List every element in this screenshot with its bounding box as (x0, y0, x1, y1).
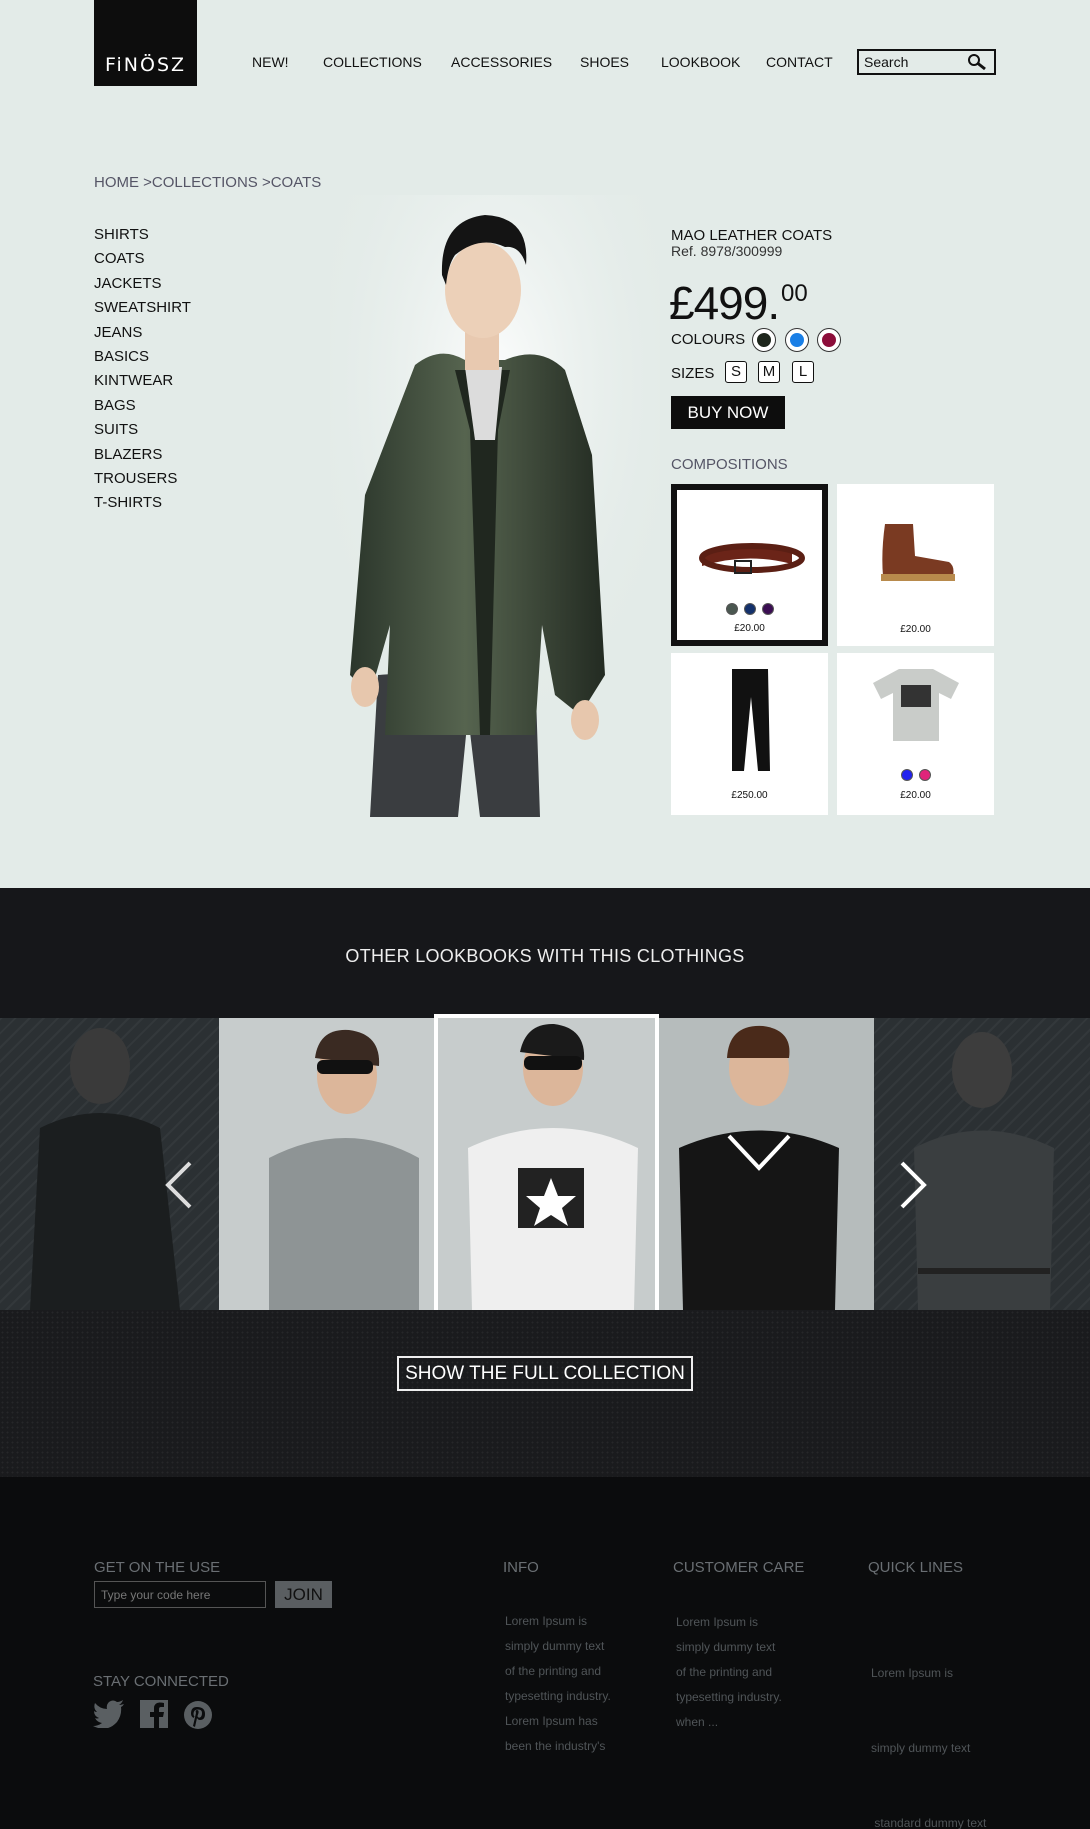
colour-dot[interactable] (918, 769, 931, 781)
product-price-cents: 00 (781, 280, 808, 307)
breadcrumb-home[interactable]: HOME (94, 174, 139, 191)
stay-connected-title: STAY CONNECTED (93, 1673, 229, 1690)
colour-dot[interactable] (761, 603, 774, 615)
sizes-label: SIZES (671, 365, 715, 382)
lookbook-item-3-active[interactable] (434, 1014, 659, 1314)
category-shirts[interactable]: SHIRTS (94, 226, 191, 250)
nav-item-shoes[interactable]: SHOES (580, 54, 629, 70)
product-name: MAO LEATHER COATS (671, 227, 833, 244)
size-s-button[interactable]: S (725, 361, 747, 383)
customer-care-title: CUSTOMER CARE (673, 1559, 805, 1576)
lookbook-photo (468, 1023, 638, 1310)
nav-item-collections[interactable]: COLLECTIONS (323, 54, 422, 70)
colour-dot[interactable] (725, 603, 738, 615)
newsletter-title: GET ON THE USE (94, 1559, 221, 1576)
colour-swatch-blue[interactable] (785, 328, 809, 352)
composition-price: £20.00 (900, 790, 931, 801)
buy-now-button[interactable]: BUY NOW (671, 396, 785, 429)
code-input[interactable] (94, 1581, 266, 1608)
category-sweatshirt[interactable]: SWEATSHIRT (94, 299, 191, 323)
category-blazers[interactable]: BLAZERS (94, 446, 191, 470)
t-shirt-image (873, 669, 959, 741)
quick-lines-title: QUICK LINES (868, 1559, 964, 1576)
twitter-icon[interactable] (93, 1700, 125, 1728)
size-l-button[interactable]: L (792, 361, 814, 383)
colour-swatch-dark-green[interactable] (752, 328, 776, 352)
colours-label: COLOURS (671, 331, 746, 348)
join-button[interactable]: JOIN (275, 1581, 332, 1608)
customer-care-text: Lorem Ipsum is simply dummy text of the … (676, 1615, 782, 1729)
quick-lines-text: Lorem Ipsum is simply dummy text standar… (871, 1666, 987, 1829)
jeans-image (732, 669, 770, 771)
size-m-button[interactable]: M (758, 361, 780, 383)
lookbook-item-2[interactable] (219, 1018, 434, 1310)
category-basics[interactable]: BASICS (94, 348, 191, 372)
nav-item-lookbook[interactable]: LOOKBOOK (661, 54, 740, 70)
compositions-title: COMPOSITIONS (671, 456, 788, 473)
show-full-collection-button[interactable]: SHOW THE FULL COLLECTION (397, 1356, 693, 1391)
breadcrumb: HOME >COLLECTIONS >COATS (94, 174, 321, 191)
lookbook-title: OTHER LOOKBOOKS WITH THIS CLOTHINGS (345, 946, 745, 966)
category-jackets[interactable]: JACKETS (94, 275, 191, 299)
nav-item-contact[interactable]: CONTACT (766, 54, 833, 70)
category-t-shirts[interactable]: T-SHIRTS (94, 494, 191, 518)
breadcrumb-current: >COATS (261, 174, 322, 191)
category-list: SHIRTS COATS JACKETS SWEATSHIRT JEANS BA… (94, 226, 191, 519)
search-box (857, 49, 996, 75)
belt-image (699, 543, 805, 574)
composition-price: £20.00 (900, 624, 931, 635)
category-suits[interactable]: SUITS (94, 421, 191, 445)
search-input[interactable] (859, 54, 964, 70)
composition-card-belt[interactable]: £20.00 (671, 484, 828, 646)
category-coats[interactable]: COATS (94, 250, 191, 274)
colour-swatch-burgundy[interactable] (817, 328, 841, 352)
breadcrumb-collections[interactable]: >COLLECTIONS (143, 174, 258, 191)
chevron-right-icon[interactable] (896, 1160, 930, 1210)
info-text: Lorem Ipsum is simply dummy text of the … (505, 1614, 611, 1753)
composition-card-jeans[interactable]: £250.00 (671, 653, 828, 815)
nav-item-accessories[interactable]: ACCESSORIES (451, 54, 552, 70)
composition-price: £250.00 (731, 790, 768, 801)
category-bags[interactable]: BAGS (94, 397, 191, 421)
pinterest-icon[interactable] (183, 1700, 213, 1730)
product-price: £499. (669, 277, 780, 329)
product-model-image (330, 195, 660, 817)
t-shirt-colour-options (837, 769, 994, 781)
composition-card-boot[interactable]: £20.00 (837, 484, 994, 646)
composition-price: £20.00 (734, 623, 765, 634)
belt-colour-options (677, 603, 822, 615)
lookbook-photo (679, 1025, 839, 1310)
composition-card-t-shirt[interactable]: £20.00 (837, 653, 994, 815)
search-icon[interactable] (966, 53, 988, 71)
logo[interactable]: FiNÖSZ (94, 0, 197, 86)
product-ref: Ref. 8978/300999 (671, 243, 783, 259)
lookbook-photo (269, 1029, 419, 1310)
category-jeans[interactable]: JEANS (94, 324, 191, 348)
facebook-icon[interactable] (140, 1700, 168, 1728)
category-kintwear[interactable]: KINTWEAR (94, 372, 191, 396)
category-trousers[interactable]: TROUSERS (94, 470, 191, 494)
lookbook-texture (0, 1310, 1090, 1477)
lookbook-item-4[interactable] (659, 1018, 874, 1310)
nav-item-new[interactable]: NEW! (252, 54, 289, 70)
colour-dot[interactable] (743, 603, 756, 615)
chevron-left-icon[interactable] (162, 1160, 196, 1210)
info-title: INFO (503, 1559, 539, 1576)
boot-image (881, 524, 955, 581)
colour-dot[interactable] (900, 769, 913, 781)
